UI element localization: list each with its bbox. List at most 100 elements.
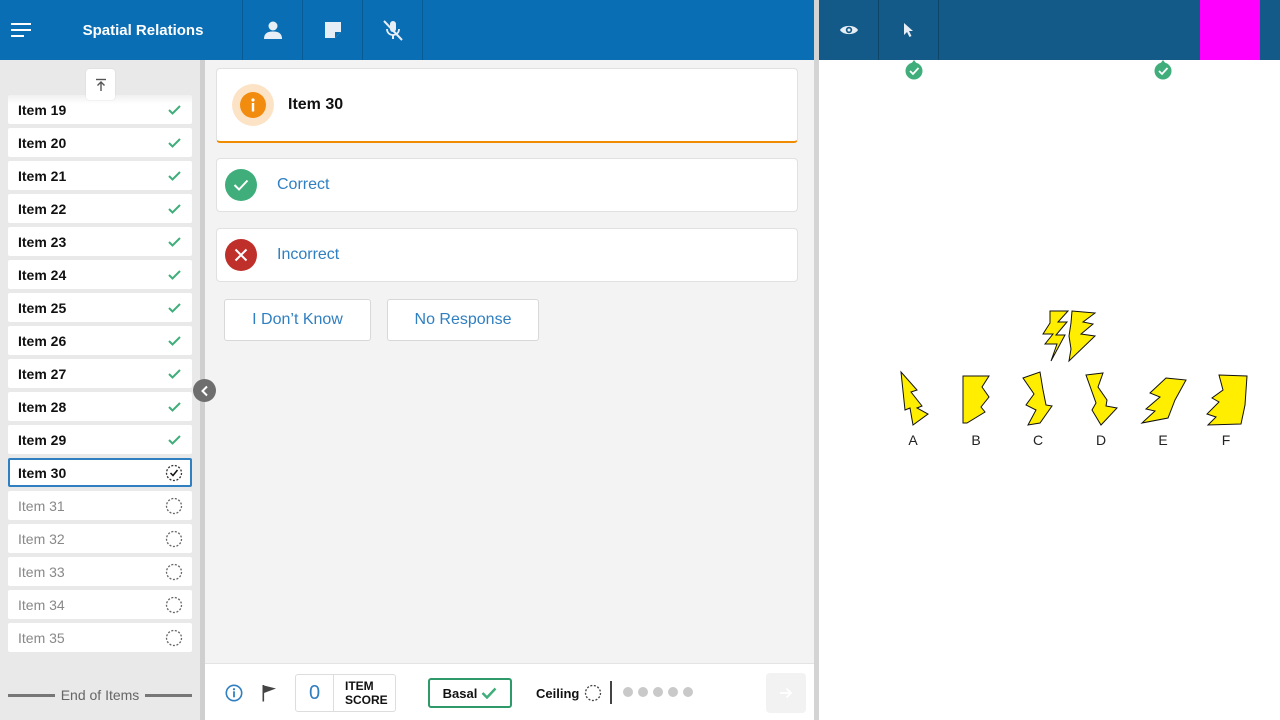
item-label: Item 31 [18,497,65,514]
list-item[interactable]: Item 21 [8,161,192,190]
list-item[interactable]: Item 23 [8,227,192,256]
flag-button[interactable] [259,683,279,703]
scoring-panel: Item 30 Correct Incorrect I Don’t Know N… [205,60,814,663]
item-info-badge[interactable] [232,84,274,126]
menu-button[interactable] [0,0,44,60]
list-item[interactable]: Item 32 [8,524,192,553]
check-icon [167,203,181,214]
option-shape-f [1206,374,1248,426]
check-icon [167,401,181,412]
stimulus-toolbar [819,0,1280,60]
check-icon [233,179,249,191]
list-item[interactable]: Item 27 [8,359,192,388]
check-icon [167,302,181,313]
list-item[interactable]: Item 20 [8,128,192,157]
item-label: Item 29 [18,431,67,448]
item-label: Item 20 [18,134,67,151]
pending-icon [165,530,183,547]
incorrect-badge [225,239,257,271]
basal-label: Basal [442,685,478,701]
footer-bar: 0 ITEM SCORE Basal Ceiling [205,663,814,720]
option-label-d: D [1095,432,1107,448]
mic-off-icon [382,20,403,41]
arrow-right-icon [780,687,793,699]
pending-icon [165,596,183,613]
check-icon [167,71,181,82]
ceiling-label: Ceiling [536,685,580,701]
option-shape-e [1140,377,1187,424]
incorrect-label: Incorrect [277,246,340,263]
pending-icon [165,629,183,646]
item-label: Item 30 [18,464,67,481]
check-icon [481,687,497,699]
eye-icon [839,25,858,35]
item-label: Item 24 [18,266,67,283]
item-score: 0 ITEM SCORE [295,674,396,712]
check-icon [167,137,181,148]
progress-dot [623,687,633,697]
check-icon [167,368,181,379]
list-item[interactable]: Item 22 [8,194,192,223]
option-shape-a [900,370,929,426]
list-item[interactable]: Item 24 [8,260,192,289]
check-icon [167,236,181,247]
mic-button[interactable] [362,0,422,60]
list-item[interactable]: Item 35 [8,623,192,652]
flag-icon [262,685,276,702]
list-item[interactable]: Item 28 [8,392,192,421]
option-shape-c [1022,371,1053,426]
item-title: Item 30 [288,96,344,113]
color-block [1200,0,1260,60]
info-icon [225,684,243,702]
scroll-to-top-button[interactable] [86,69,115,100]
end-of-items-label: End of Items [60,687,140,703]
view-button[interactable] [819,0,879,60]
item-label: Item 35 [18,629,65,646]
info-icon [251,98,255,112]
pending-icon [165,563,183,580]
item-sidebar: Item 18 Item 19 Item 20 Item 21 Item 22 … [0,60,200,720]
item-label: Item 32 [18,530,65,547]
item-label: Item 28 [18,398,67,415]
progress-dot [668,687,678,697]
list-item-current[interactable]: Item 30 [8,458,192,487]
list-item[interactable]: Item 29 [8,425,192,454]
option-label-f: F [1221,432,1231,448]
next-button[interactable] [766,673,806,713]
ceiling-indicator: Ceiling [536,682,602,704]
check-icon [167,104,181,115]
no-response-button[interactable]: No Response [387,299,539,341]
examinee-button[interactable] [242,0,302,60]
list-item[interactable]: Item 34 [8,590,192,619]
pointer-icon [903,23,913,37]
correct-button[interactable]: Correct [216,158,798,212]
test-title: Spatial Relations [82,21,204,39]
pointer-button[interactable] [879,0,939,60]
target-shape [1042,310,1097,363]
list-item[interactable]: Item 26 [8,326,192,355]
item-label: Item 19 [18,101,67,118]
option-label-b: B [971,432,981,448]
item-label: Item 21 [18,167,67,184]
correct-label: Correct [277,176,330,193]
option-shape-d [1085,372,1118,426]
list-item[interactable]: Item 33 [8,557,192,586]
list-item[interactable]: Item 31 [8,491,192,520]
item-score-label: ITEM SCORE [345,679,388,707]
stimulus-panel: A B C D E F [819,60,1280,720]
selected-check-icon [1154,60,1172,80]
incorrect-button[interactable]: Incorrect [216,228,798,282]
collapse-sidebar-button[interactable] [193,379,216,402]
notes-button[interactable] [302,0,362,60]
option-label-e: E [1158,432,1168,448]
list-item[interactable]: Item 25 [8,293,192,322]
check-icon [167,335,181,346]
ceiling-divider [610,681,612,704]
dont-know-button[interactable]: I Don’t Know [224,299,371,341]
note-icon [324,22,341,38]
item-label: Item 23 [18,233,67,250]
pending-icon [165,497,183,514]
stimulus-figure [900,310,1248,426]
info-button[interactable] [224,683,244,703]
check-icon [167,434,181,445]
